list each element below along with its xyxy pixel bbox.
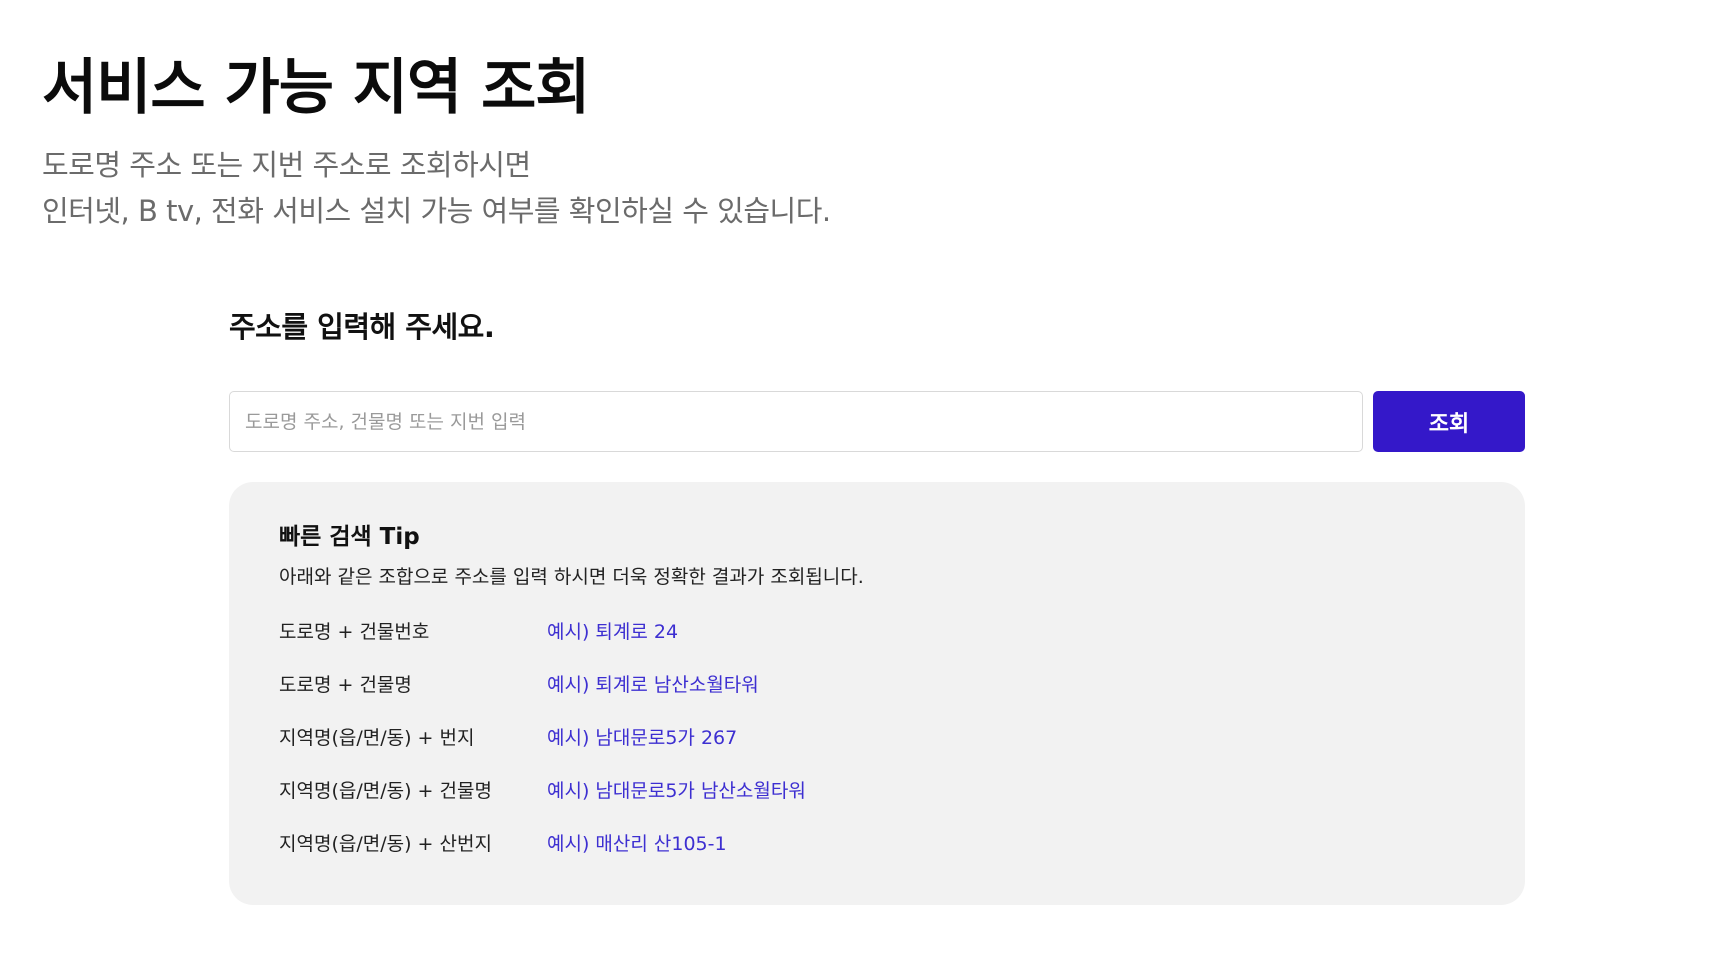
tip-example: 예시) 남대문로5가 267	[547, 727, 738, 749]
tip-label: 지역명(읍/면/동) + 산번지	[279, 833, 492, 855]
tip-row: 도로명 + 건물번호 예시) 퇴계로 24	[279, 604, 1475, 657]
address-search-heading: 주소를 입력해 주세요.	[229, 310, 495, 344]
search-button[interactable]: 조회	[1373, 391, 1525, 452]
tip-label: 지역명(읍/면/동) + 번지	[279, 727, 475, 749]
page-description-line-2: 인터넷, B tv, 전화 서비스 설치 가능 여부를 확인하실 수 있습니다.	[42, 194, 831, 228]
tip-example: 예시) 매산리 산105-1	[547, 833, 727, 855]
tip-example: 예시) 남대문로5가 남산소월타워	[547, 780, 806, 802]
tip-example: 예시) 퇴계로 24	[547, 621, 679, 643]
tip-row: 지역명(읍/면/동) + 산번지 예시) 매산리 산105-1	[279, 816, 1475, 869]
tip-title: 빠른 검색 Tip	[279, 524, 420, 550]
tip-row: 지역명(읍/면/동) + 번지 예시) 남대문로5가 267	[279, 710, 1475, 763]
tip-example: 예시) 퇴계로 남산소월타워	[547, 674, 759, 696]
tip-row: 지역명(읍/면/동) + 건물명 예시) 남대문로5가 남산소월타워	[279, 763, 1475, 816]
tip-description: 아래와 같은 조합으로 주소를 입력 하시면 더욱 정확한 결과가 조회됩니다.	[279, 566, 864, 588]
tip-label: 지역명(읍/면/동) + 건물명	[279, 780, 492, 802]
address-search-section: 주소를 입력해 주세요. 조회 빠른 검색 Tip 아래와 같은 조합으로 주소…	[229, 305, 1525, 905]
page-description-line-1: 도로명 주소 또는 지번 주소로 조회하시면	[42, 148, 531, 182]
page-description: 도로명 주소 또는 지번 주소로 조회하시면 인터넷, B tv, 전화 서비스…	[42, 142, 831, 234]
address-search-input[interactable]	[229, 391, 1363, 452]
quick-search-tip-box: 빠른 검색 Tip 아래와 같은 조합으로 주소를 입력 하시면 더욱 정확한 …	[229, 482, 1525, 905]
tip-label: 도로명 + 건물번호	[279, 621, 430, 643]
service-area-lookup-page: 서비스 가능 지역 조회 도로명 주소 또는 지번 주소로 조회하시면 인터넷,…	[0, 0, 1720, 962]
tip-list: 도로명 + 건물번호 예시) 퇴계로 24 도로명 + 건물명 예시) 퇴계로 …	[279, 604, 1475, 869]
address-search-row: 조회	[229, 391, 1525, 452]
tip-label: 도로명 + 건물명	[279, 674, 412, 696]
page-title: 서비스 가능 지역 조회	[42, 53, 590, 123]
tip-row: 도로명 + 건물명 예시) 퇴계로 남산소월타워	[279, 657, 1475, 710]
